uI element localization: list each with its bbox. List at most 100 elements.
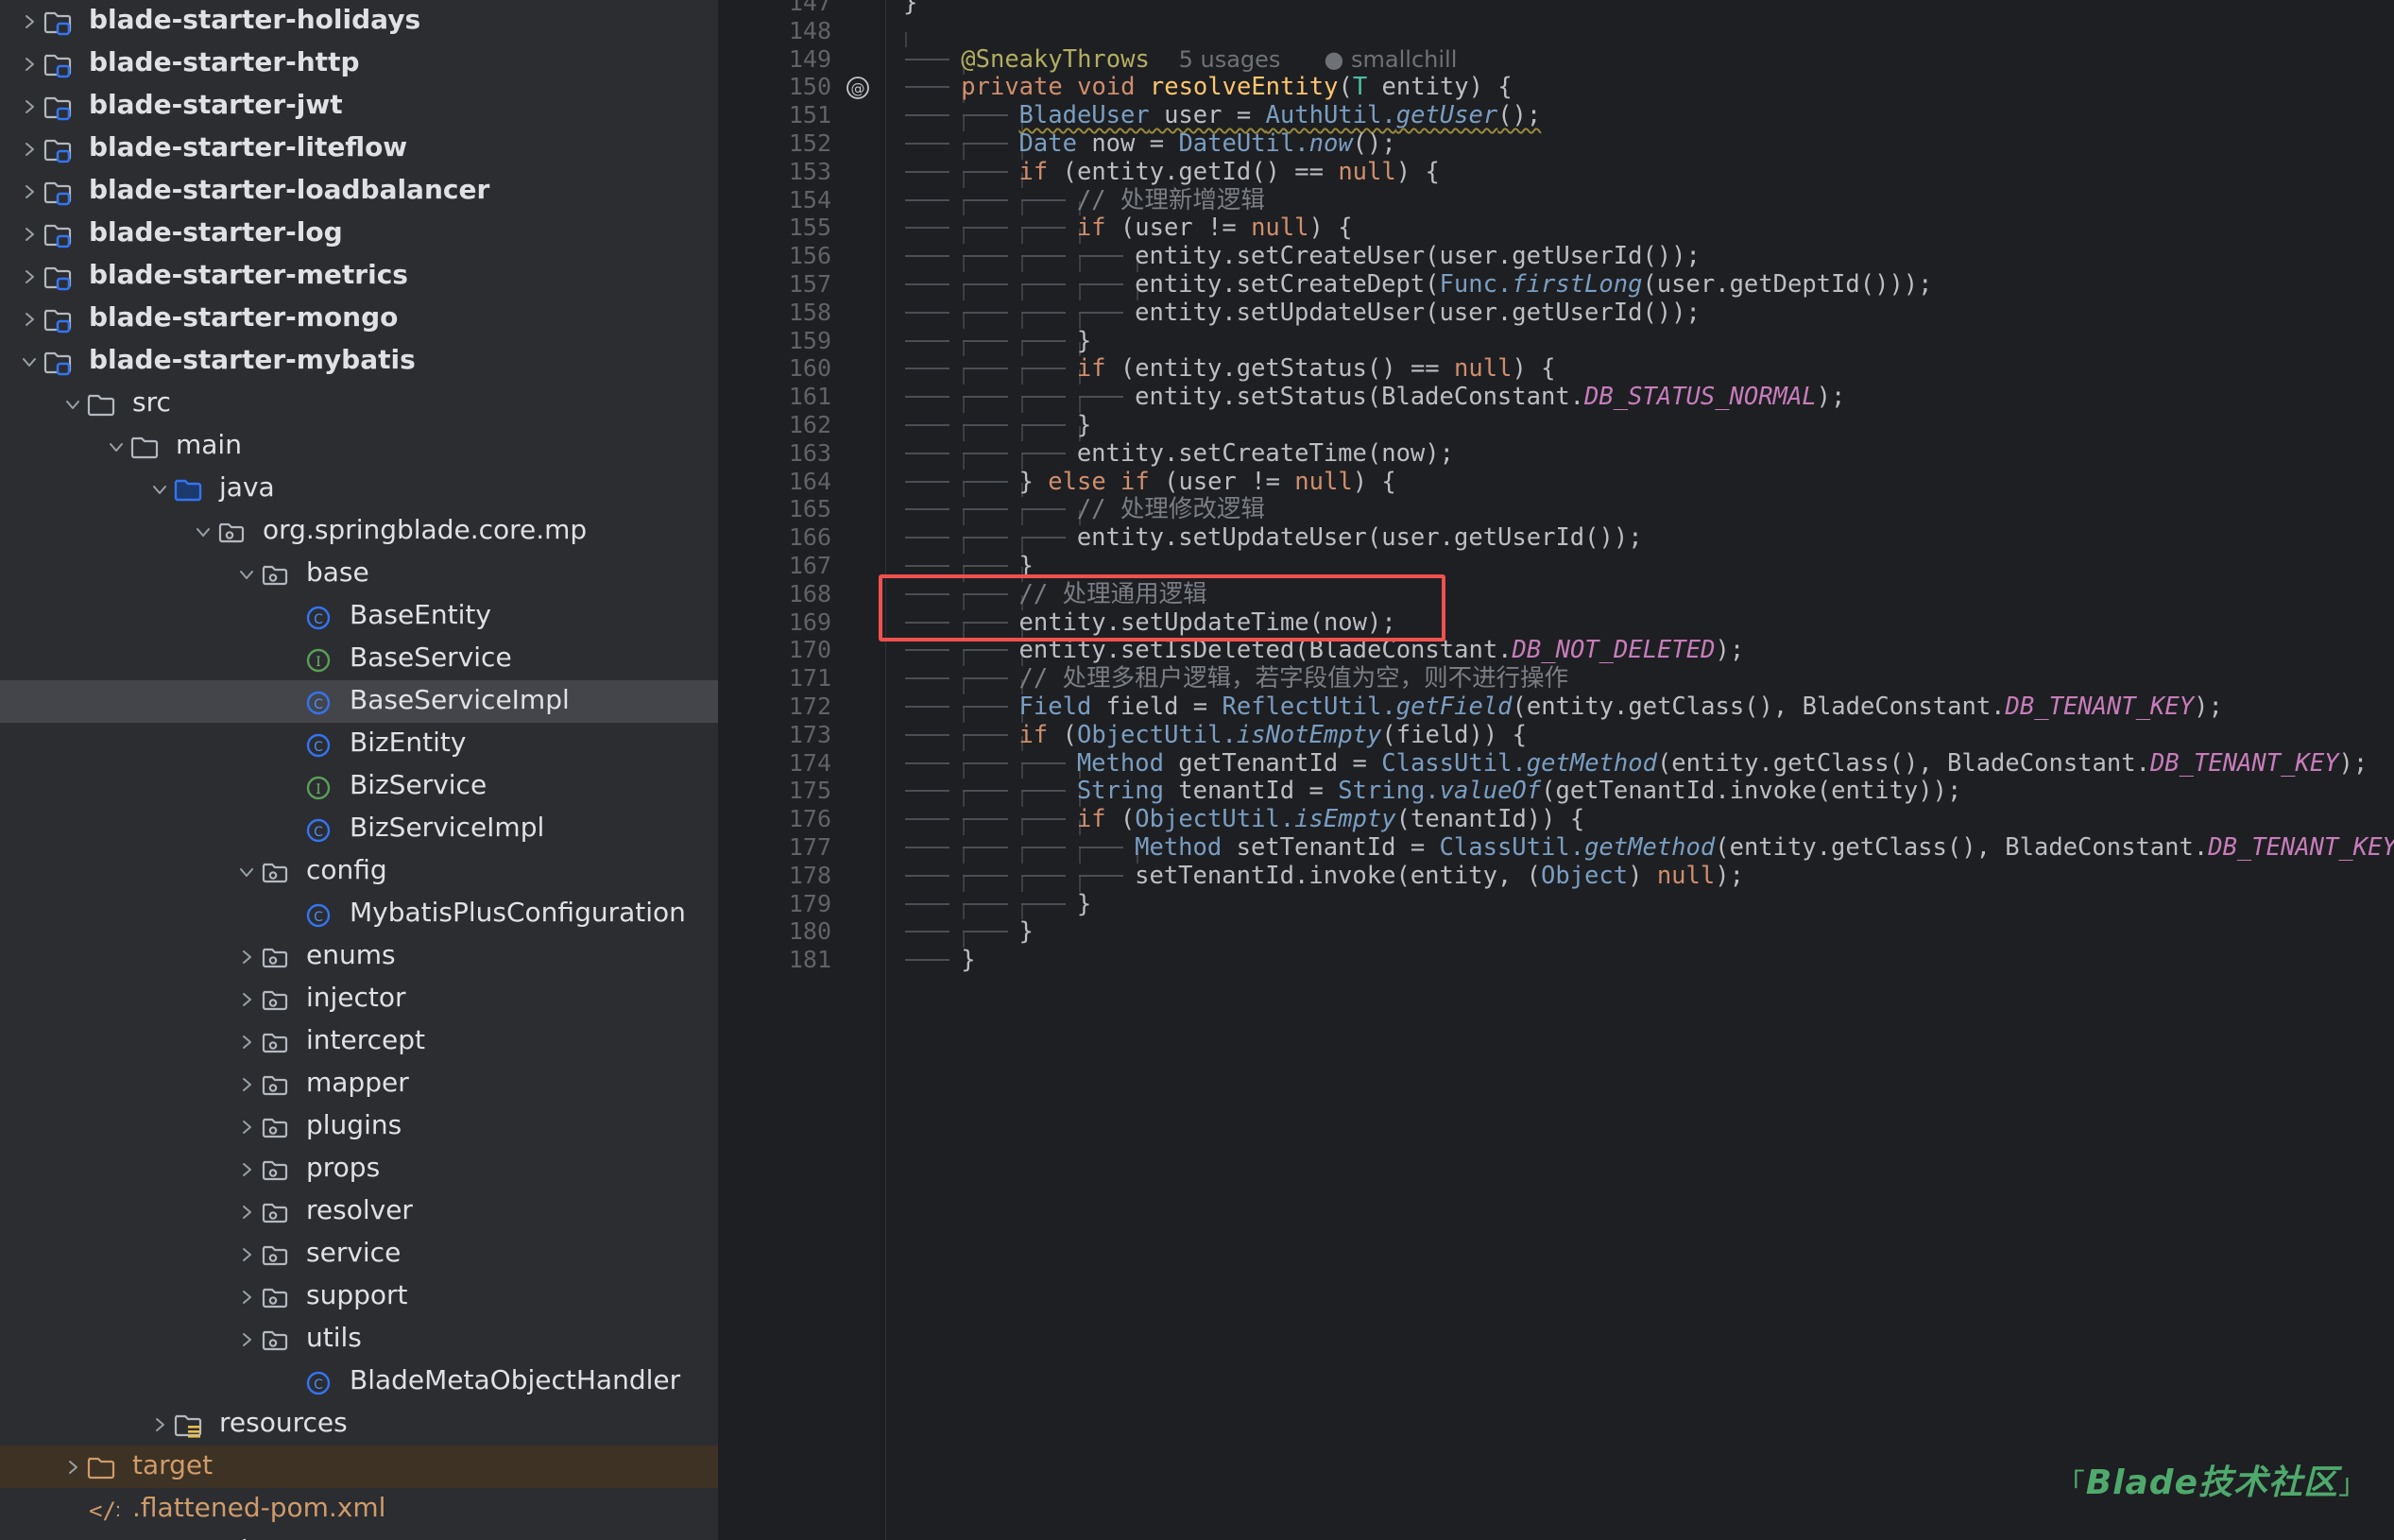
tree-item-blade-starter-mybatis[interactable]: blade-starter-mybatis <box>0 340 718 383</box>
tree-item-blademetaobjecthandler[interactable]: C BladeMetaObjectHandler <box>0 1360 718 1403</box>
code-line[interactable]: 156 entity.setCreateUser(user.getUserId()… <box>718 242 2394 272</box>
code-line[interactable]: 157 entity.setCreateDept(Func.firstLong(u… <box>718 270 2394 300</box>
code-line[interactable]: 174 Method getTenantId = ClassUtil.getMet… <box>718 749 2394 779</box>
chevron-right-icon[interactable] <box>232 1283 261 1311</box>
tree-item-mybatisplusconfiguration[interactable]: C MybatisPlusConfiguration <box>0 893 718 935</box>
tree-item-blade-starter-http[interactable]: blade-starter-http <box>0 43 718 85</box>
chevron-right-icon[interactable] <box>59 1453 87 1481</box>
annotation-marker-icon[interactable]: @ <box>846 76 870 100</box>
code-line[interactable]: 154 // 处理新增逻辑 <box>718 186 2394 216</box>
chevron-right-icon[interactable] <box>15 305 43 334</box>
chevron-right-icon[interactable] <box>232 1198 261 1226</box>
chevron-down-icon[interactable] <box>232 858 261 886</box>
tree-item-bizserviceimpl[interactable]: C BizServiceImpl <box>0 808 718 850</box>
code-line[interactable]: 176 if (ObjectUtil.isEmpty(tenantId)) { <box>718 805 2394 835</box>
tree-item-org-springblade-core-mp[interactable]: org.springblade.core.mp <box>0 510 718 553</box>
chevron-down-icon[interactable] <box>189 518 217 546</box>
chevron-right-icon[interactable] <box>232 1070 261 1099</box>
code-line[interactable]: 159} <box>718 327 2394 357</box>
tree-item-pom-xml[interactable]: mpom.xml <box>0 1531 718 1540</box>
code-line[interactable]: 179} <box>718 890 2394 920</box>
code-line[interactable]: 170 entity.setIsDeleted(BladeConstant.DB_… <box>718 636 2394 667</box>
tree-item-blade-starter-jwt[interactable]: blade-starter-jwt <box>0 85 718 128</box>
tree-item-support[interactable]: support <box>0 1275 718 1318</box>
tree-item-intercept[interactable]: intercept <box>0 1020 718 1063</box>
chevron-down-icon[interactable] <box>232 560 261 589</box>
chevron-right-icon[interactable] <box>15 93 43 121</box>
chevron-right-icon[interactable] <box>232 985 261 1014</box>
code-line[interactable]: 147} <box>718 0 2394 17</box>
chevron-down-icon[interactable] <box>102 433 130 461</box>
tree-item-main[interactable]: main <box>0 425 718 468</box>
code-line[interactable]: 150 @ private void resolveEntity(T entity)… <box>718 73 2394 104</box>
code-line[interactable]: 175 String tenantId = String.valueOf(getT… <box>718 777 2394 808</box>
chevron-right-icon[interactable] <box>232 1113 261 1141</box>
chevron-down-icon[interactable] <box>145 475 174 504</box>
tree-item-target[interactable]: target <box>0 1446 718 1488</box>
code-line[interactable]: 171 // 处理多租户逻辑，若字段值为空，则不进行操作 <box>718 664 2394 694</box>
tree-item-blade-starter-mongo[interactable]: blade-starter-mongo <box>0 298 718 340</box>
code-line[interactable]: 155 if (user != null) { <box>718 214 2394 245</box>
code-line[interactable]: 177 Method setTenantId = ClassUtil.getMet… <box>718 833 2394 864</box>
project-tree-panel[interactable]: blade-starter-holidays blade-starter-http… <box>0 0 718 1540</box>
tree-item-src[interactable]: src <box>0 383 718 425</box>
code-line[interactable]: 172 Field field = ReflectUtil.getField(en… <box>718 693 2394 723</box>
tree-item-baseservice[interactable]: I BaseService <box>0 638 718 680</box>
code-line[interactable]: 164} else if (user != null) { <box>718 468 2394 498</box>
code-line[interactable]: 162} <box>718 411 2394 441</box>
code-line[interactable]: 173 if (ObjectUtil.isNotEmpty(field)) { <box>718 721 2394 751</box>
code-line[interactable]: 149 @SneakyThrows 5 usages ● smallchill <box>718 45 2394 76</box>
tree-item-blade-starter-log[interactable]: blade-starter-log <box>0 213 718 255</box>
chevron-right-icon[interactable] <box>232 943 261 971</box>
code-editor[interactable]: 147} 148 149 @SneakyThrows 5 usages ● small… <box>718 0 2394 1540</box>
tree-item-flattened-pom-xml[interactable]: </> .flattened-pom.xml <box>0 1488 718 1531</box>
chevron-down-icon[interactable] <box>59 390 87 419</box>
tree-item-utils[interactable]: utils <box>0 1318 718 1360</box>
chevron-right-icon[interactable] <box>232 1241 261 1269</box>
code-line[interactable]: 178 setTenantId.invoke(entity, (Object) n… <box>718 862 2394 892</box>
tree-item-config[interactable]: config <box>0 850 718 893</box>
tree-item-blade-starter-loadbalancer[interactable]: blade-starter-loadbalancer <box>0 170 718 213</box>
code-line[interactable]: 148 <box>718 17 2394 47</box>
tree-item-blade-starter-holidays[interactable]: blade-starter-holidays <box>0 0 718 43</box>
code-line[interactable]: 167} <box>718 552 2394 582</box>
code-line[interactable]: 153 if (entity.getId() == null) { <box>718 158 2394 188</box>
tree-item-java[interactable]: java <box>0 468 718 510</box>
tree-item-baseentity[interactable]: C BaseEntity <box>0 595 718 638</box>
code-line[interactable]: 163 entity.setCreateTime(now); <box>718 439 2394 470</box>
code-line[interactable]: 168 // 处理通用逻辑 <box>718 580 2394 610</box>
code-line[interactable]: 160 if (entity.getStatus() == null) { <box>718 354 2394 385</box>
chevron-right-icon[interactable] <box>15 178 43 206</box>
code-line[interactable]: 152 Date now = DateUtil.now(); <box>718 129 2394 160</box>
chevron-right-icon[interactable] <box>232 1155 261 1184</box>
chevron-right-icon[interactable] <box>15 135 43 163</box>
chevron-right-icon[interactable] <box>15 220 43 248</box>
chevron-right-icon[interactable] <box>232 1028 261 1056</box>
tree-item-enums[interactable]: enums <box>0 935 718 978</box>
tree-item-bizservice[interactable]: I BizService <box>0 765 718 808</box>
code-line[interactable]: 181} <box>718 946 2394 974</box>
tree-item-blade-starter-metrics[interactable]: blade-starter-metrics <box>0 255 718 298</box>
tree-item-service[interactable]: service <box>0 1233 718 1275</box>
chevron-right-icon[interactable] <box>15 263 43 291</box>
tree-item-mapper[interactable]: mapper <box>0 1063 718 1105</box>
code-line[interactable]: 166 entity.setUpdateUser(user.getUserId()… <box>718 523 2394 554</box>
tree-item-blade-starter-liteflow[interactable]: blade-starter-liteflow <box>0 128 718 170</box>
tree-item-props[interactable]: props <box>0 1148 718 1190</box>
tree-item-resources[interactable]: resources <box>0 1403 718 1446</box>
chevron-right-icon[interactable] <box>15 50 43 78</box>
chevron-right-icon[interactable] <box>232 1326 261 1354</box>
code-line[interactable]: 169 entity.setUpdateTime(now); <box>718 608 2394 639</box>
tree-item-bizentity[interactable]: C BizEntity <box>0 723 718 765</box>
code-line[interactable]: 151 BladeUser user = AuthUtil.getUser(); <box>718 101 2394 131</box>
chevron-right-icon[interactable] <box>15 8 43 36</box>
code-line[interactable]: 165 // 处理修改逻辑 <box>718 495 2394 526</box>
chevron-right-icon[interactable] <box>145 1411 174 1439</box>
tree-item-plugins[interactable]: plugins <box>0 1105 718 1148</box>
tree-item-baseserviceimpl[interactable]: C BaseServiceImpl <box>0 680 718 723</box>
tree-item-resolver[interactable]: resolver <box>0 1190 718 1233</box>
tree-item-injector[interactable]: injector <box>0 978 718 1020</box>
code-line[interactable]: 161 entity.setStatus(BladeConstant.DB_STA… <box>718 383 2394 413</box>
code-line[interactable]: 158 entity.setUpdateUser(user.getUserId()… <box>718 299 2394 329</box>
tree-item-base[interactable]: base <box>0 553 718 595</box>
